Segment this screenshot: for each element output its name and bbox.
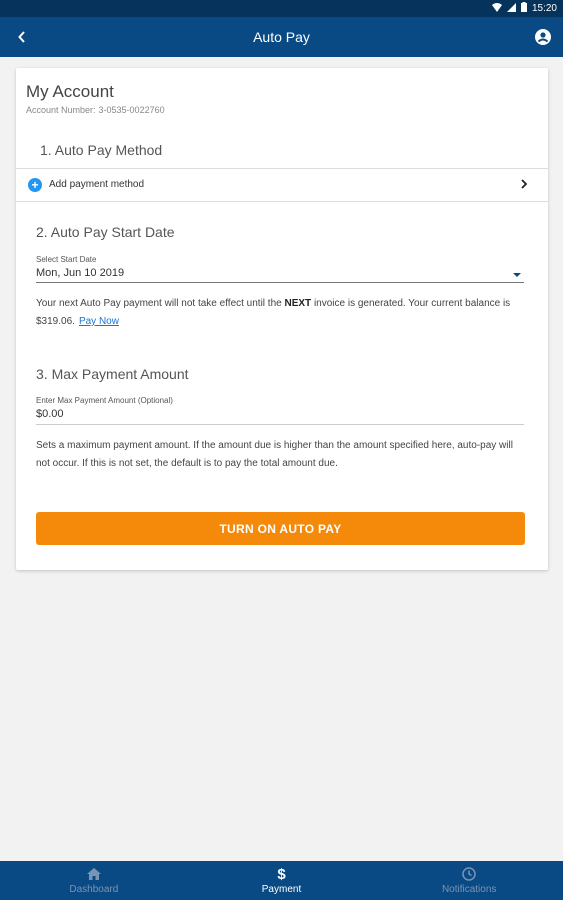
app-bar: Auto Pay — [0, 17, 563, 57]
account-circle-icon — [535, 29, 551, 45]
account-number-value: 3-0535-0022760 — [98, 105, 165, 115]
turn-on-auto-pay-button[interactable]: TURN ON AUTO PAY — [36, 512, 525, 545]
max-payment-input[interactable]: $0.00 — [36, 408, 64, 420]
max-payment-underline — [36, 424, 524, 425]
dollar-icon: $ — [277, 865, 286, 883]
status-time: 15:20 — [531, 3, 557, 14]
account-number-label: Account Number: — [26, 105, 96, 115]
home-icon — [86, 866, 101, 882]
start-date-label: Select Start Date — [36, 255, 97, 264]
back-button[interactable] — [12, 27, 32, 47]
dropdown-arrow-icon[interactable] — [513, 273, 521, 277]
nav-label-notifications: Notifications — [441, 884, 497, 895]
clock-icon — [462, 866, 476, 882]
status-bar: 15:20 — [0, 0, 563, 17]
battery-icon — [520, 2, 527, 15]
start-date-note: Your next Auto Pay payment will not take… — [36, 295, 520, 331]
page-title: Auto Pay — [253, 29, 310, 45]
nav-item-dashboard[interactable]: Dashboard — [0, 861, 188, 900]
section-start-date-heading: 2. Auto Pay Start Date — [36, 224, 175, 240]
start-date-underline — [36, 282, 524, 283]
account-title: My Account — [26, 82, 114, 101]
section-auto-pay-method-heading: 1. Auto Pay Method — [40, 142, 163, 158]
nav-label-dashboard: Dashboard — [69, 884, 119, 895]
max-payment-note: Sets a maximum payment amount. If the am… — [36, 440, 513, 469]
add-payment-method-label: Add payment method — [49, 179, 145, 190]
max-payment-label: Enter Max Payment Amount (Optional) — [36, 396, 173, 405]
chevron-right-icon — [520, 177, 532, 193]
next-emphasis: NEXT — [284, 298, 312, 309]
nav-item-payment[interactable]: $ Payment — [188, 861, 376, 900]
auto-pay-card: My Account Account Number: 3-0535-0022760… — [16, 68, 548, 570]
signal-icon — [506, 2, 516, 15]
bottom-navigation: Dashboard $ Payment Notifications — [0, 861, 563, 900]
add-payment-method-row[interactable]: + Add payment method — [16, 169, 548, 201]
chevron-left-icon — [18, 31, 25, 43]
start-date-note-text: Your next Auto Pay payment will not take… — [36, 298, 285, 309]
nav-label-payment: Payment — [261, 884, 302, 895]
divider — [16, 201, 548, 202]
account-button[interactable] — [533, 27, 553, 47]
start-date-select[interactable]: Mon, Jun 10 2019 — [36, 267, 124, 279]
add-circle-icon: + — [28, 178, 42, 192]
pay-now-link[interactable]: Pay Now — [79, 316, 119, 327]
account-number: Account Number: 3-0535-0022760 — [26, 105, 165, 115]
wifi-icon — [491, 2, 502, 15]
section-max-payment-heading: 3. Max Payment Amount — [36, 366, 189, 382]
nav-item-notifications[interactable]: Notifications — [375, 861, 563, 900]
